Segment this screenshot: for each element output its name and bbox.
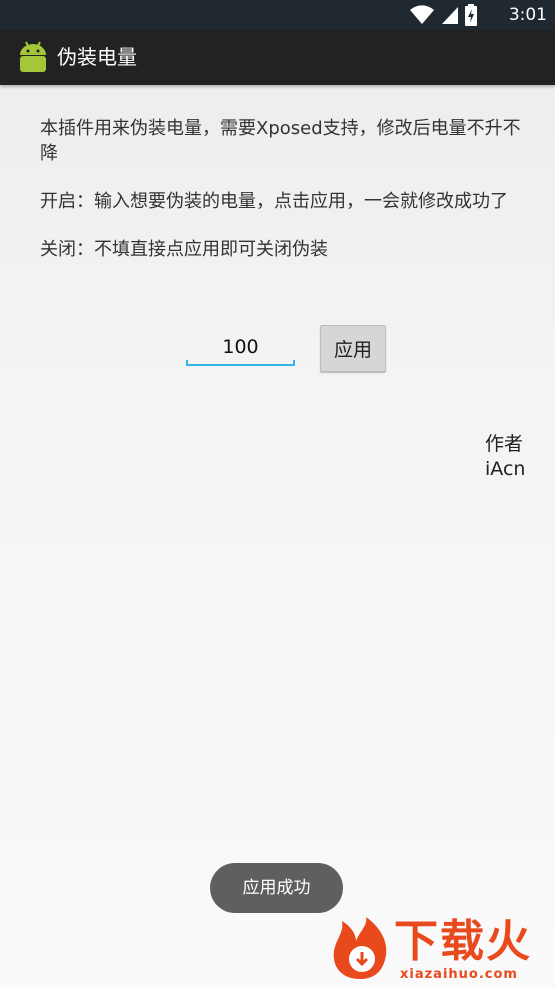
input-tick-left [186, 360, 188, 366]
intro-text: 本插件用来伪装电量，需要Xposed支持，修改后电量不升不降 [40, 118, 521, 164]
author-name: iAcn [485, 458, 526, 480]
watermark-url: xiazaihuo.com [400, 967, 518, 982]
disable-instructions: 关闭：不填直接点应用即可关闭伪装 [40, 239, 328, 260]
battery-level-input[interactable] [186, 330, 295, 364]
status-icons [409, 4, 477, 26]
instructions: 本插件用来伪装电量，需要Xposed支持，修改后电量不升不降 开启：输入想要伪装… [40, 116, 535, 285]
action-bar: 伪装电量 [0, 30, 555, 85]
signal-icon [442, 7, 458, 24]
android-robot-icon[interactable] [16, 40, 50, 74]
status-bar: 3:01 [0, 0, 555, 30]
flame-logo-icon [333, 917, 387, 979]
app-title: 伪装电量 [57, 45, 137, 69]
input-underline [186, 364, 295, 366]
status-time: 3:01 [508, 5, 547, 25]
watermark-brand: 下载火 [394, 916, 532, 967]
toast-message: 应用成功 [210, 863, 343, 913]
author-block: 作者 iAcn [485, 432, 525, 482]
apply-button[interactable]: 应用 [320, 325, 386, 372]
battery-charging-icon [465, 4, 477, 26]
watermark: 下载火 xiazaihuo.com [330, 915, 552, 985]
author-label: 作者 [485, 433, 524, 455]
enable-instructions: 开启：输入想要伪装的电量，点击应用，一会就修改成功了 [40, 191, 508, 212]
input-tick-right [293, 360, 295, 366]
wifi-icon [410, 5, 434, 25]
battery-input-wrapper [186, 330, 295, 368]
